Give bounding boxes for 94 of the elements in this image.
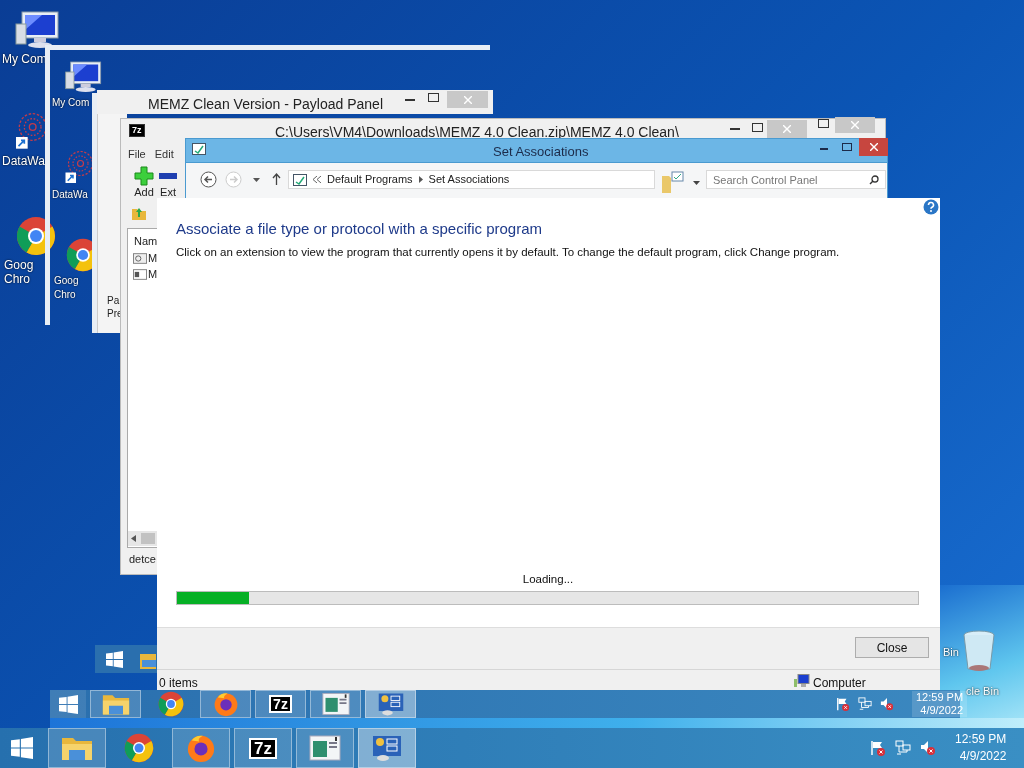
chevron-icon — [418, 176, 423, 183]
window-title: Set Associations — [493, 143, 589, 161]
column-header[interactable]: Nam — [134, 233, 158, 250]
scroll-left-icon — [131, 535, 136, 542]
taskbar-button[interactable] — [365, 690, 416, 718]
help-icon[interactable] — [923, 199, 939, 215]
file-icon — [133, 269, 147, 280]
list-item-text: Pa — [107, 294, 121, 307]
network-icon[interactable] — [895, 740, 911, 756]
loading-text: Loading... — [521, 572, 575, 587]
windows-logo-icon — [11, 737, 33, 759]
back-icon[interactable] — [200, 171, 217, 188]
dropdown-icon[interactable] — [693, 181, 700, 185]
window-title: C:\Users\VM4\Downloads\MEMZ 4.0 Clean.zip\MEMZ 4.0 Clean\ — [275, 123, 679, 142]
breadcrumb-item[interactable]: Default Programs — [327, 171, 413, 188]
taskbar-button[interactable] — [172, 728, 230, 768]
firefox-icon — [185, 733, 217, 763]
taskbar-button[interactable] — [358, 728, 416, 768]
address-field[interactable]: Default Programs Set Associations — [288, 170, 655, 189]
icon-label: My Com — [2, 52, 47, 66]
minimize-icon[interactable] — [405, 99, 415, 102]
taskbar-button[interactable] — [90, 690, 141, 718]
computer-icon — [794, 674, 810, 688]
plus-icon — [134, 166, 154, 186]
clock-time: 12:59 PM — [955, 731, 1007, 748]
clock-date: 4/9/2022 — [959, 748, 1007, 765]
clock-date: 4/9/2022 — [920, 704, 964, 717]
maximize-icon[interactable] — [818, 119, 829, 128]
up-arrow-icon[interactable] — [272, 173, 281, 185]
chrome-icon — [156, 691, 185, 717]
windows-logo-icon[interactable] — [104, 651, 125, 668]
recycle-bin-icon — [962, 630, 996, 672]
close-icon — [463, 95, 472, 104]
toolbar-button[interactable]: Ext — [158, 166, 178, 198]
dropdown-icon[interactable] — [253, 178, 260, 182]
close-icon — [783, 125, 791, 133]
taskbar-button[interactable] — [48, 728, 106, 768]
volume-icon[interactable] — [920, 740, 936, 756]
list-item[interactable]: M — [148, 252, 158, 265]
chevrons-icon — [313, 176, 321, 183]
page-heading: Associate a file type or protocol with a specific program — [176, 219, 542, 239]
clock-time: 12:59 PM — [916, 691, 964, 704]
app-window-icon — [321, 691, 350, 717]
flag-icon[interactable] — [870, 740, 886, 756]
app-logo: 7z — [269, 695, 292, 713]
icon-label: My Com — [52, 96, 90, 110]
list-item[interactable]: M — [148, 268, 158, 281]
close-button[interactable]: Close — [855, 637, 929, 658]
toolbar-button[interactable]: Add — [134, 166, 154, 198]
spiral-shortcut-icon — [14, 112, 48, 152]
maximize-icon[interactable] — [842, 143, 852, 151]
icon-label: DataWa — [2, 154, 45, 168]
close-icon — [851, 121, 859, 129]
maximize-icon[interactable] — [428, 93, 439, 102]
app-logo: 7z — [249, 737, 277, 759]
network-icon[interactable] — [858, 697, 872, 711]
minimize-icon[interactable] — [820, 148, 828, 151]
breadcrumb-item[interactable]: Set Associations — [428, 171, 510, 188]
flag-icon[interactable] — [836, 697, 850, 711]
status-text: detce — [129, 552, 156, 567]
search-icon — [869, 175, 879, 185]
maximize-icon[interactable] — [752, 123, 763, 132]
icon-label: cle Bin — [966, 684, 1000, 699]
folder-icon[interactable] — [140, 651, 156, 669]
volume-icon[interactable] — [880, 697, 894, 711]
status-text: Computer — [813, 675, 866, 692]
menu-item[interactable]: Edit — [154, 146, 174, 163]
search-field[interactable]: Search Control Panel — [706, 170, 886, 189]
taskbar-button[interactable] — [310, 690, 361, 718]
close-button[interactable] — [859, 138, 888, 156]
windows-logo-icon — [58, 694, 78, 714]
start-button[interactable] — [50, 690, 86, 718]
app-icon: 7z — [129, 124, 145, 137]
menu-item[interactable]: File — [128, 146, 146, 163]
close-icon — [869, 143, 878, 151]
app-window-icon — [309, 733, 341, 763]
chrome-icon — [123, 733, 155, 763]
icon-label: Chro — [54, 288, 77, 302]
icon-label: Chro — [4, 272, 31, 286]
minimize-icon[interactable] — [730, 128, 740, 131]
icon-label: Bin — [943, 645, 959, 660]
taskbar-button[interactable] — [200, 690, 251, 718]
window-title: MEMZ Clean Version - Payload Panel — [148, 95, 383, 114]
file-icon — [133, 253, 147, 264]
scrollbar[interactable] — [128, 531, 157, 546]
taskbar-button[interactable]: 7z — [234, 728, 292, 768]
taskbar-button[interactable] — [296, 728, 354, 768]
icon-label: Goog — [54, 274, 79, 288]
icon-label: Goog — [4, 258, 34, 272]
taskbar-button[interactable]: 7z — [255, 690, 306, 718]
icon-label: DataWa — [52, 188, 88, 202]
computer-icon — [64, 60, 104, 94]
description-text: Click on an extension to view the program that currently opens it by default. To change the default program, click Change program. — [176, 245, 840, 260]
status-text: 0 items — [159, 675, 198, 692]
